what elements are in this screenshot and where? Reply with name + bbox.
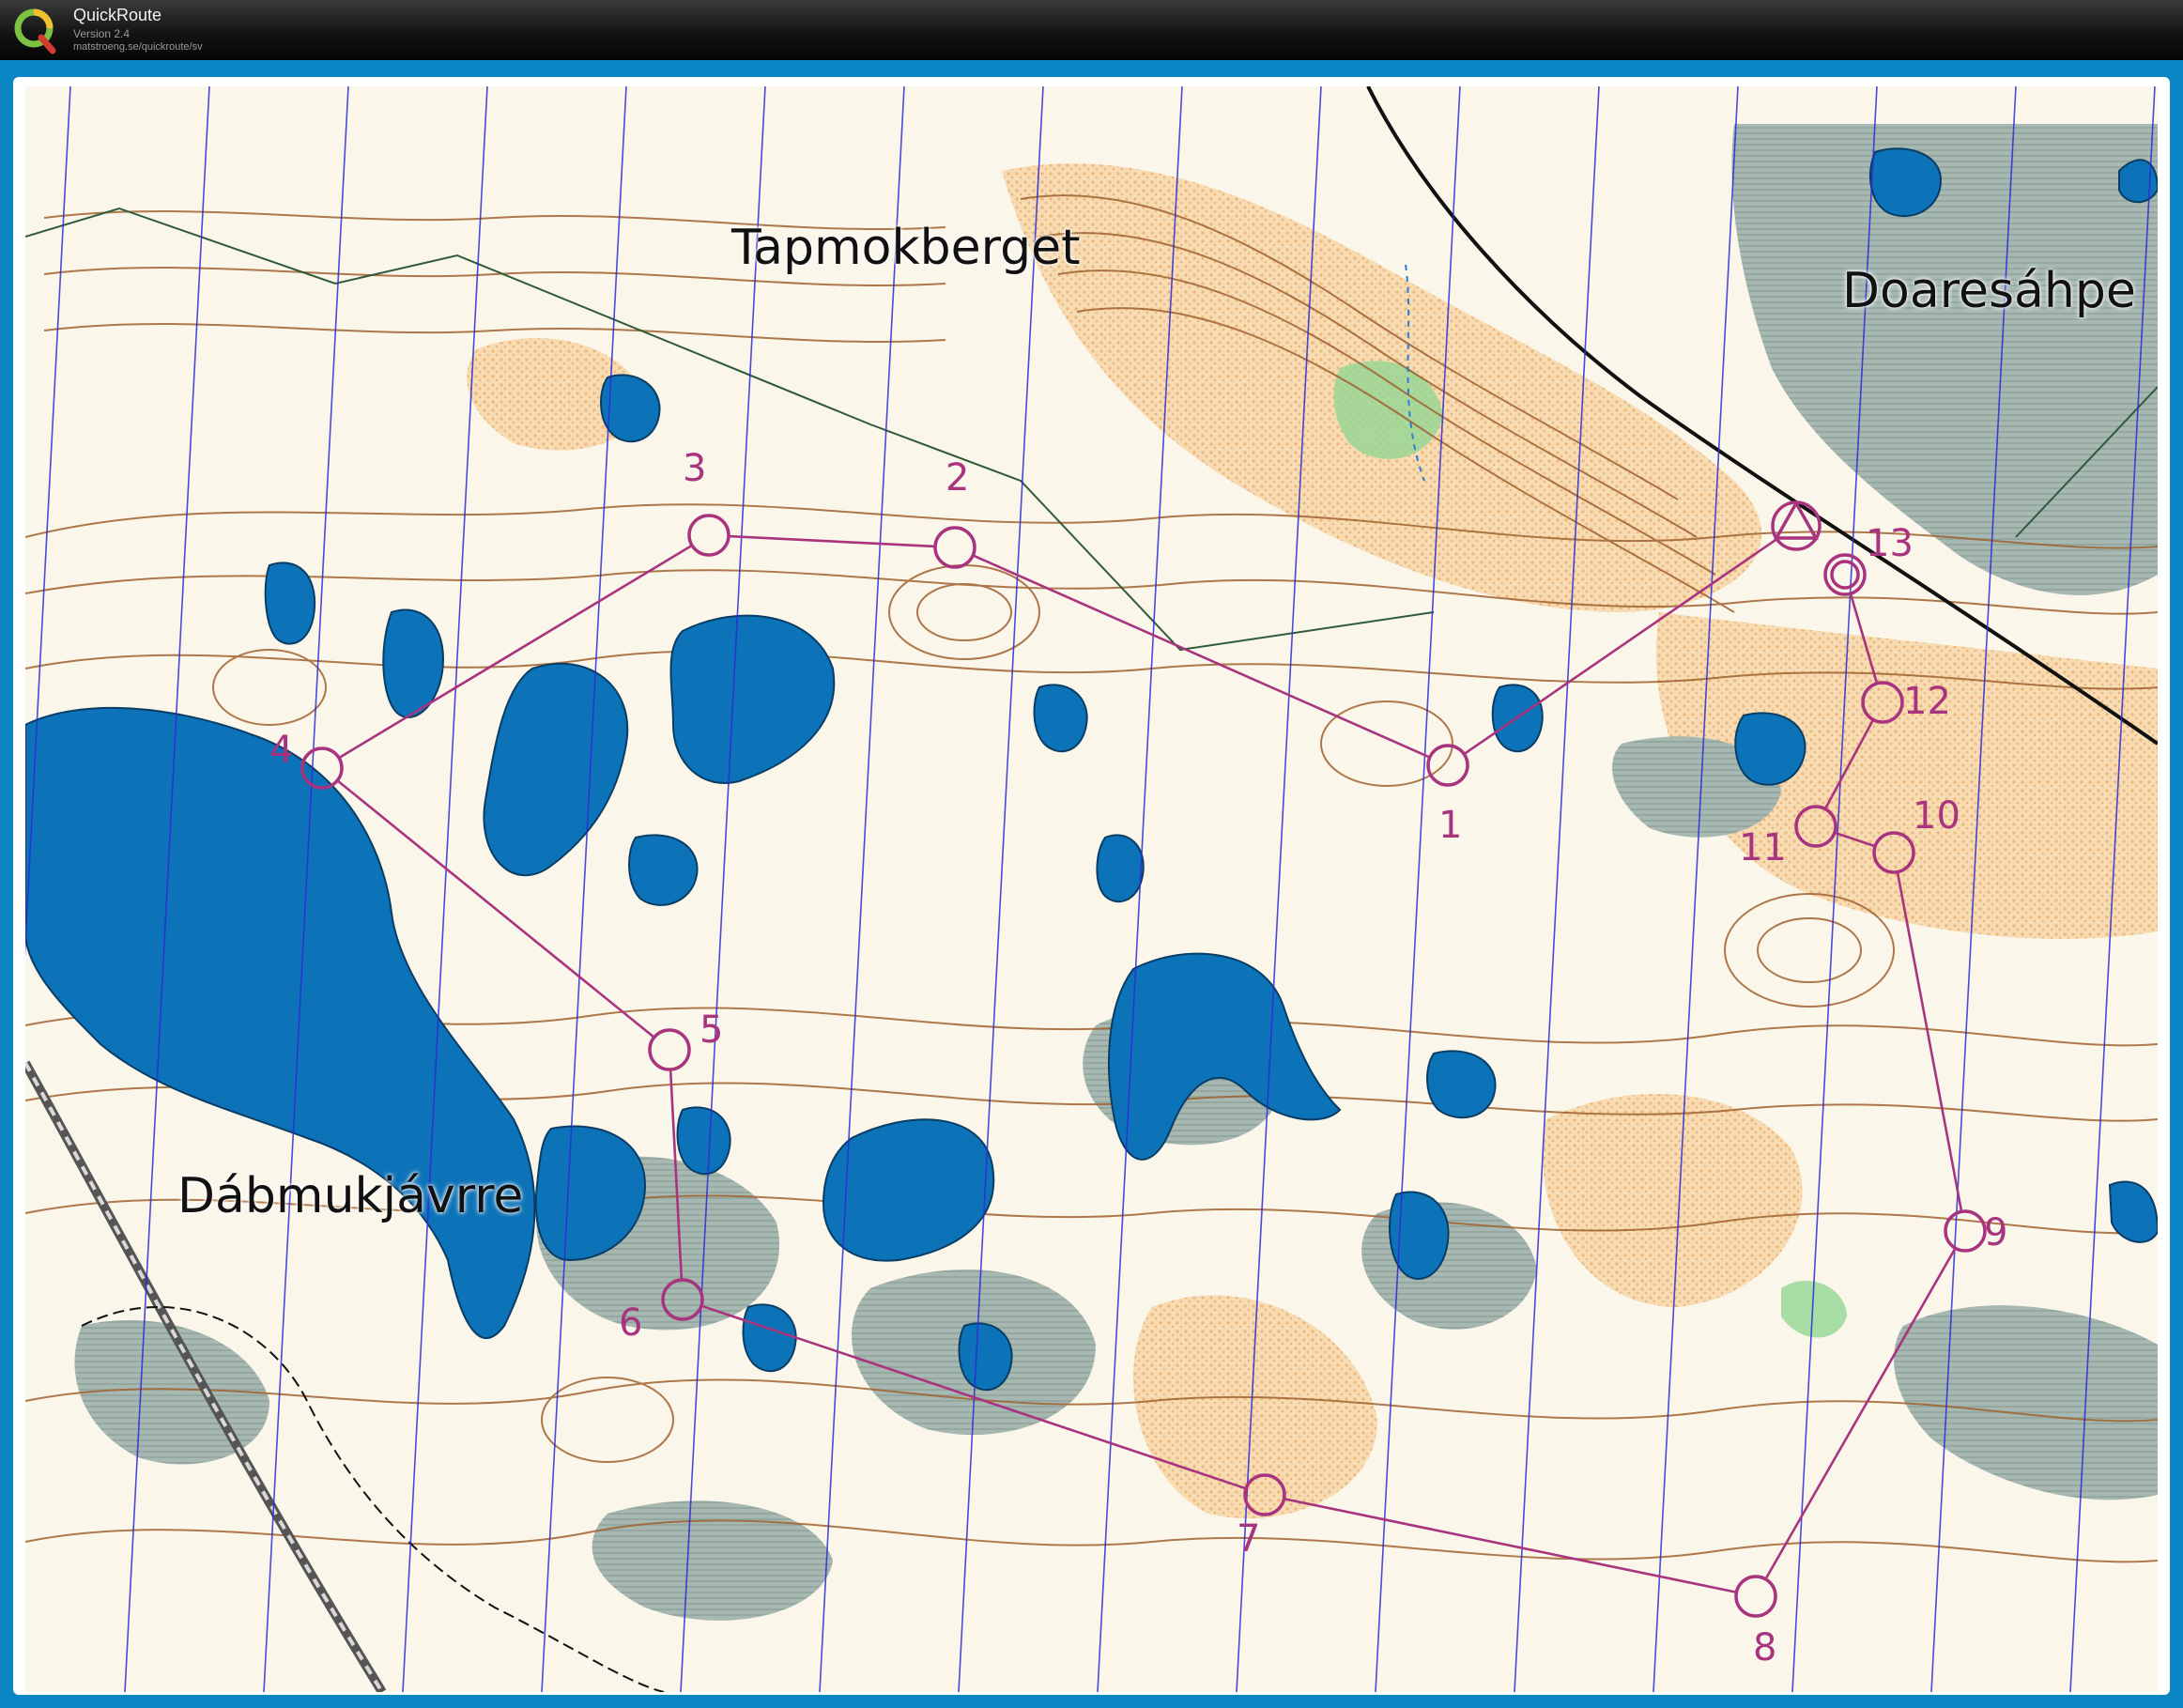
map-drawing: 12345678910111213 (25, 86, 2158, 1692)
control-number-label: 7 (1237, 1517, 1260, 1561)
orienteering-map[interactable]: 1 2 3 4 5 6 7 8 9 10 11 12 13 Tapmokberget Doaresáhp… (25, 86, 2158, 1692)
control-number-label: 2 (945, 456, 969, 500)
control-number-label: 4 (269, 729, 293, 772)
quickroute-logo-icon (14, 8, 56, 54)
control-number-label: 8 (1753, 1626, 1776, 1670)
control-number-label: 6 (619, 1301, 642, 1345)
title-bar: QuickRoute Version 2.4 matstroeng.se/qui… (0, 0, 2183, 60)
place-name-tapmokberget: Tapmokberget (731, 220, 1081, 276)
control-number-label: 1 (1438, 804, 1462, 847)
control-number-label: 9 (1984, 1211, 2007, 1254)
app-version: Version 2.4 (73, 27, 131, 40)
place-name-doaresahpe: Doaresáhpe (1842, 263, 2136, 319)
control-number-label: 3 (683, 447, 706, 490)
app-url[interactable]: matstroeng.se/quickroute/sv (73, 41, 203, 53)
control-number-label: 10 (1913, 794, 1960, 838)
control-number-label: 13 (1866, 522, 1914, 565)
place-name-dabmukjavrre: Dábmukjávrre (177, 1168, 524, 1224)
app-title: QuickRoute (73, 6, 162, 24)
control-number-label: 11 (1739, 826, 1787, 869)
control-number-label: 5 (699, 1008, 723, 1052)
control-number-label: 12 (1903, 680, 1951, 723)
